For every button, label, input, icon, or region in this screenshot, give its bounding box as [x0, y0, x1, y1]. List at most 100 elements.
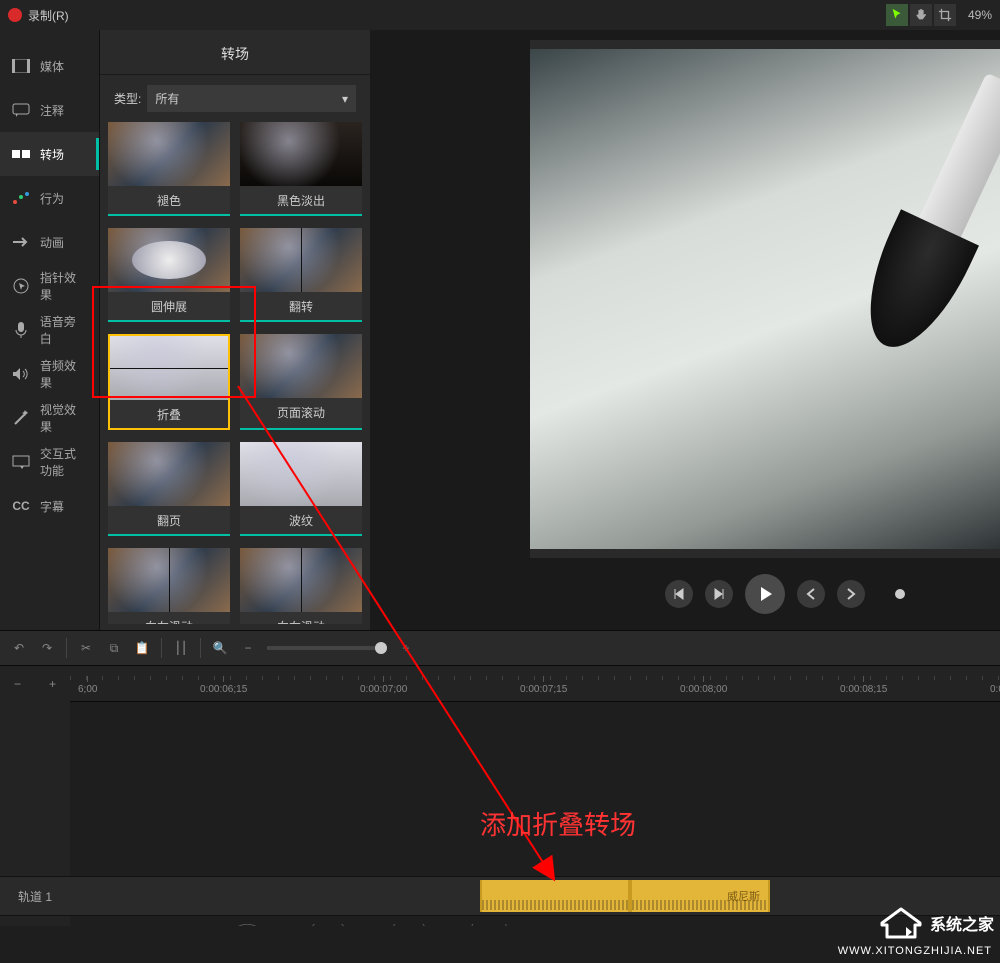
chevron-left-icon [806, 588, 816, 600]
chevron-right-icon [846, 588, 856, 600]
prev-clip-button[interactable] [797, 580, 825, 608]
transition-card-slideright[interactable]: 向右滑动 [240, 548, 362, 624]
timeline-clip[interactable]: 威尼斯 [630, 880, 770, 912]
zoom-out-button[interactable]: − [239, 639, 257, 657]
top-toolbar: 录制(R) 49% [0, 0, 1000, 30]
paste-button[interactable]: 📋 [133, 639, 151, 657]
card-label: 页面滚动 [240, 398, 362, 426]
zoom-in-button[interactable]: + [397, 639, 415, 657]
transition-card-fold[interactable]: 折叠 [108, 334, 230, 430]
collapse-button[interactable]: − [0, 666, 35, 702]
play-button[interactable] [745, 574, 785, 614]
sidebar: 媒体 注释 转场 行为 动画 指针效果 语音旁白 音频效果 [0, 30, 100, 630]
chevron-down-icon: ▾ [342, 92, 348, 106]
sidebar-item-caption[interactable]: CC 字幕 [0, 484, 99, 528]
transition-card-ripple[interactable]: 波纹 [240, 442, 362, 536]
timeline-clip[interactable] [480, 880, 630, 912]
timeline-toolbar: ↶ ↷ ✂ ⧉ 📋 ⎮⎮ 🔍 − + [0, 630, 1000, 666]
add-track-button[interactable]: + [35, 666, 70, 702]
tick-label: 0:00:06;15 [200, 684, 247, 695]
tick-label: 0:00:07;15 [520, 684, 567, 695]
sidebar-item-label: 音频效果 [40, 357, 87, 391]
zoom-slider[interactable] [267, 646, 387, 650]
tick-label: 0:00:07;00 [360, 684, 407, 695]
sidebar-item-media[interactable]: 媒体 [0, 44, 99, 88]
sidebar-item-label: 注释 [40, 102, 64, 119]
transition-card-pagescroll[interactable]: 页面滚动 [240, 334, 362, 430]
house-icon [878, 905, 924, 941]
next-frame-button[interactable] [705, 580, 733, 608]
sidebar-item-visual[interactable]: 视觉效果 [0, 396, 99, 440]
type-select[interactable]: 所有 ▾ [147, 85, 356, 112]
transition-card-circle[interactable]: 圆伸展 [108, 228, 230, 322]
card-label: 褪色 [108, 186, 230, 214]
annotation-icon [12, 101, 30, 119]
pan-tool[interactable] [910, 4, 932, 26]
panel-title: 转场 [100, 30, 370, 75]
sidebar-item-transition[interactable]: 转场 [0, 132, 99, 176]
zoom-percent[interactable]: 49% [968, 8, 992, 22]
type-label: 类型: [114, 90, 141, 107]
next-clip-button[interactable] [837, 580, 865, 608]
prev-frame-button[interactable] [665, 580, 693, 608]
animation-icon [12, 233, 30, 251]
track-row[interactable]: 威尼斯 [70, 876, 1000, 916]
crop-icon [938, 8, 952, 22]
sidebar-item-audio[interactable]: 音频效果 [0, 352, 99, 396]
preview-canvas[interactable] [530, 40, 1000, 558]
type-value: 所有 [155, 90, 179, 107]
zoom-search-icon[interactable]: 🔍 [211, 639, 229, 657]
transition-card-blackfade[interactable]: 黑色淡出 [240, 122, 362, 216]
track-label[interactable]: 轨道 1 [0, 876, 70, 916]
card-label: 向左滑动 [108, 612, 230, 624]
record-label: 录制(R) [28, 7, 69, 24]
sidebar-item-label: 转场 [40, 146, 64, 163]
cut-button[interactable]: ✂ [77, 639, 95, 657]
sidebar-item-label: 媒体 [40, 58, 64, 75]
sidebar-item-label: 交互式功能 [40, 445, 87, 479]
card-label: 波纹 [240, 506, 362, 534]
timeline-track-headers: − + 轨道 1 [0, 666, 70, 926]
timeline-ruler[interactable]: 6;00 0:00:06;15 0:00:07;00 0:00:07;15 0:… [70, 666, 1000, 702]
sidebar-item-animation[interactable]: 动画 [0, 220, 99, 264]
sidebar-item-label: 语音旁白 [40, 313, 87, 347]
sidebar-item-cursor[interactable]: 指针效果 [0, 264, 99, 308]
sidebar-item-voiceover[interactable]: 语音旁白 [0, 308, 99, 352]
copy-button[interactable]: ⧉ [105, 639, 123, 657]
redo-button[interactable]: ↷ [38, 639, 56, 657]
sidebar-item-interactive[interactable]: 交互式功能 [0, 440, 99, 484]
card-label: 翻页 [108, 506, 230, 534]
tick-label: 6;00 [78, 684, 97, 695]
media-icon [12, 57, 30, 75]
skip-back-icon [673, 588, 685, 600]
sidebar-item-label: 视觉效果 [40, 401, 87, 435]
interactive-icon [12, 453, 30, 471]
sidebar-item-label: 字幕 [40, 498, 64, 515]
select-tool[interactable] [886, 4, 908, 26]
preview-content [784, 49, 1000, 441]
transition-card-slideleft[interactable]: 向左滑动 [108, 548, 230, 624]
behavior-icon [12, 189, 30, 207]
card-label: 向右滑动 [240, 612, 362, 624]
sidebar-item-behavior[interactable]: 行为 [0, 176, 99, 220]
mic-icon [12, 321, 30, 339]
cursor-effect-icon [12, 277, 30, 295]
timeline-tracks[interactable]: 6;00 0:00:06;15 0:00:07;00 0:00:07;15 0:… [70, 666, 1000, 926]
volume-indicator[interactable] [895, 589, 905, 599]
wand-icon [12, 409, 30, 427]
sidebar-item-label: 行为 [40, 190, 64, 207]
crop-tool[interactable] [934, 4, 956, 26]
watermark: 系统之家 [878, 905, 994, 941]
transition-panel: 转场 类型: 所有 ▾ 褪色 黑色淡出 圆伸展 翻转 折叠 页面滚动 翻页 波纹… [100, 30, 370, 630]
split-button[interactable]: ⎮⎮ [172, 639, 190, 657]
cc-icon: CC [12, 497, 30, 515]
record-button[interactable]: 录制(R) [8, 7, 69, 24]
transition-card-pageturn[interactable]: 翻页 [108, 442, 230, 536]
sidebar-item-label: 动画 [40, 234, 64, 251]
undo-button[interactable]: ↶ [10, 639, 28, 657]
transition-card-fade[interactable]: 褪色 [108, 122, 230, 216]
preview-area [370, 30, 1000, 630]
sidebar-item-annotation[interactable]: 注释 [0, 88, 99, 132]
transition-card-flip[interactable]: 翻转 [240, 228, 362, 322]
tick-label: 0:00:09;00 [990, 684, 1000, 695]
